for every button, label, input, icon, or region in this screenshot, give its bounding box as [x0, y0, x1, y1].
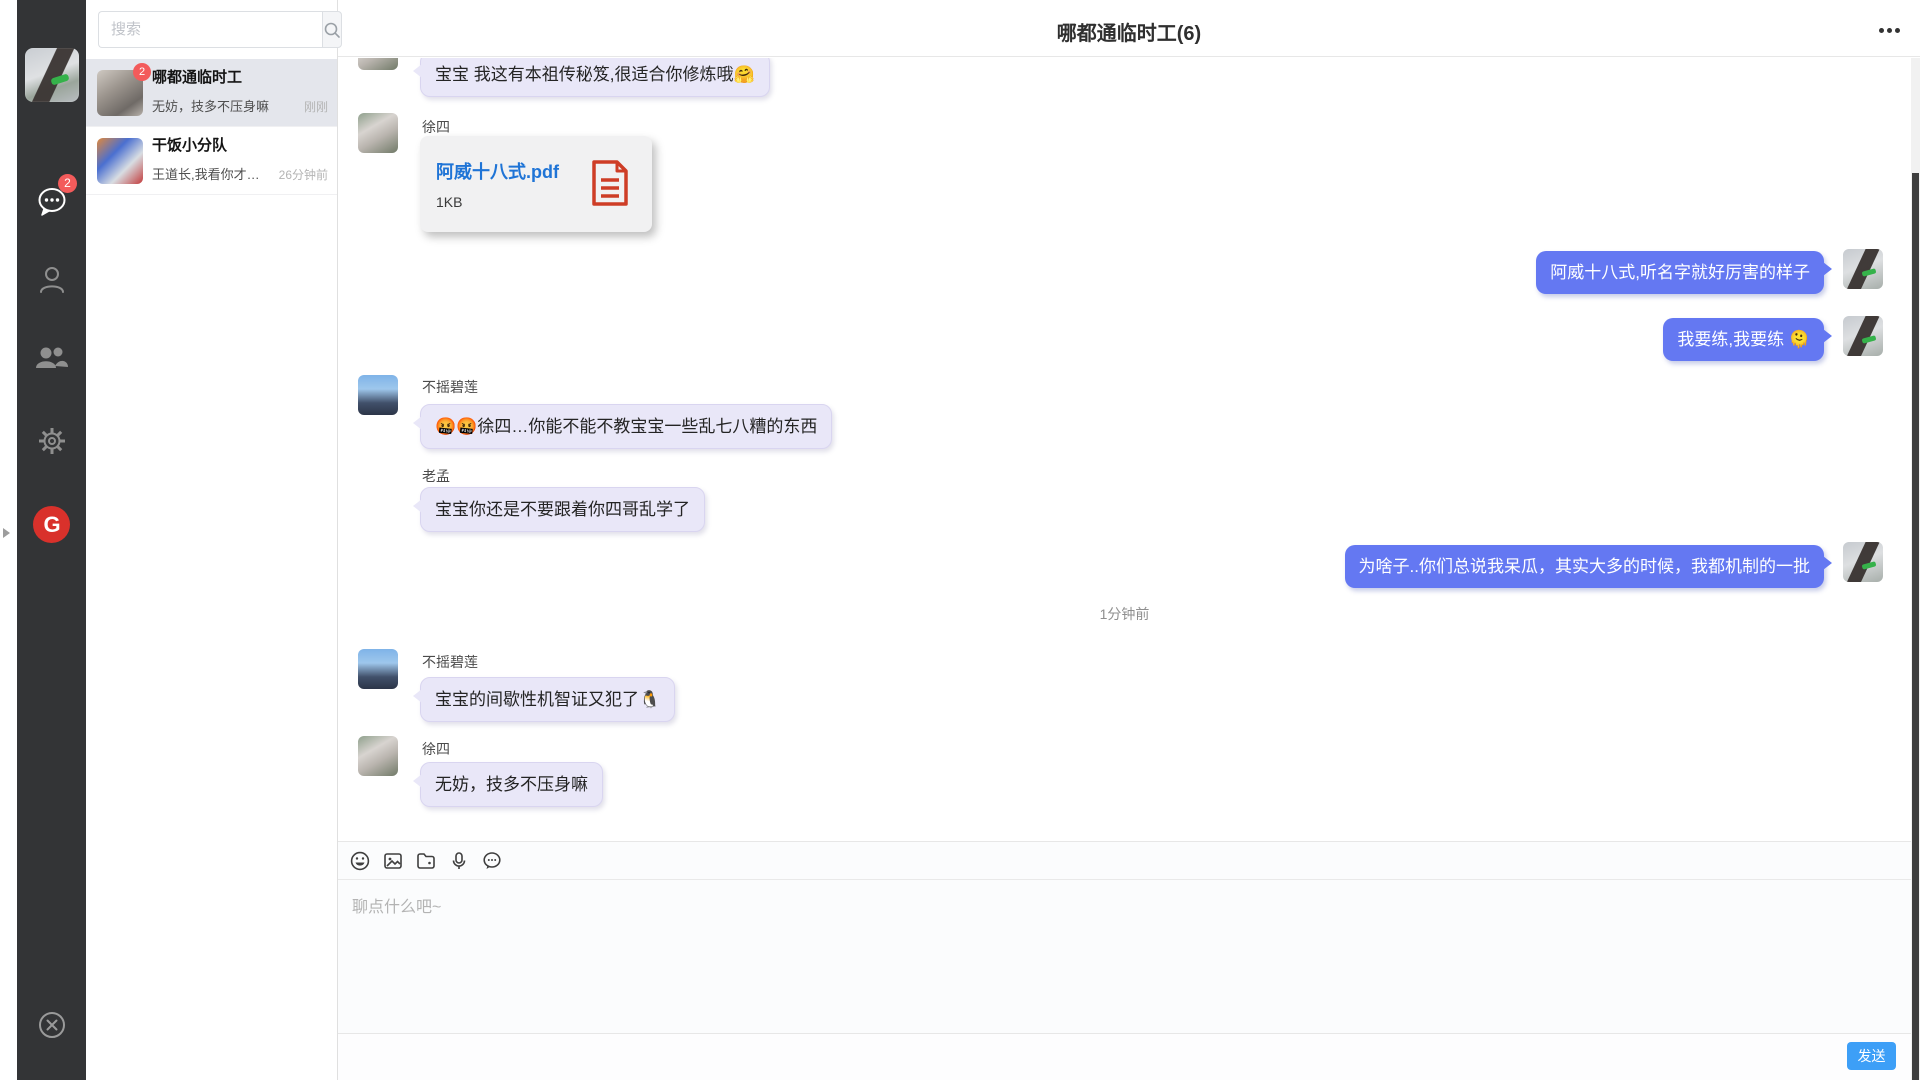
mic-icon[interactable]	[449, 851, 469, 871]
left-edge-strip	[0, 0, 17, 1080]
sender-name: 不摇碧莲	[422, 377, 478, 397]
file-name: 阿威十八式.pdf	[436, 158, 559, 184]
user-avatar[interactable]	[25, 48, 79, 102]
avatar-xusi[interactable]	[358, 58, 398, 70]
send-button[interactable]: 发送	[1847, 1042, 1896, 1070]
search-bar	[98, 11, 332, 48]
settings-gear-icon	[37, 426, 67, 456]
chat-time: 刚刚	[304, 98, 328, 115]
unread-badge: 2	[58, 174, 77, 193]
chat-preview: 王道长,我看你才…	[152, 164, 260, 183]
chat-list-item-nadoutong[interactable]: 2 哪都通临时工 无妨，技多不压身嘛 刚刚	[86, 59, 337, 127]
close-icon	[38, 1011, 66, 1039]
sidebar-item-settings[interactable]	[17, 421, 86, 461]
avatar-laomeng[interactable]	[358, 463, 398, 503]
chat-list-item-ganfan[interactable]: 干饭小分队 王道长,我看你才… 26分钟前	[86, 127, 337, 195]
chat-time: 26分钟前	[279, 166, 328, 183]
message-bubble: 宝宝 我这有本祖传秘笈,很适合你修炼哦🤗	[420, 58, 770, 97]
search-icon	[323, 21, 341, 39]
g-logo: G	[33, 506, 70, 543]
app-window: 2	[0, 0, 1920, 1080]
file-size: 1KB	[436, 194, 462, 210]
sidebar-item-contacts[interactable]	[17, 260, 86, 300]
sidebar-item-close[interactable]	[17, 1005, 86, 1045]
composer: 发送	[338, 841, 1911, 1080]
chat-preview: 无妨，技多不压身嘛	[152, 96, 269, 115]
chat-header: 哪都通临时工(6)	[338, 0, 1920, 57]
scrollbar-thumb[interactable]	[1912, 173, 1919, 1080]
message-bubble: 宝宝的间歇性机智证又犯了🐧	[420, 677, 675, 722]
chat-main-panel: 哪都通临时工(6) 宝宝 我这有本祖传秘笈,很适合你修炼哦🤗 徐四 阿威十八式.…	[338, 0, 1920, 1080]
search-button[interactable]	[322, 11, 342, 48]
message-bubble: 为啥子..你们总说我呆瓜，其实大多的时候，我都机制的一批	[1345, 545, 1824, 588]
nav-sidebar: 2	[17, 0, 86, 1080]
unread-badge: 2	[133, 63, 151, 81]
sender-name: 老孟	[422, 466, 450, 486]
avatar-self[interactable]	[1843, 249, 1883, 289]
emoji-icon[interactable]	[350, 851, 370, 871]
sidebar-item-chats[interactable]: 2	[17, 182, 86, 222]
search-input[interactable]	[98, 11, 322, 48]
message-bubble: 无妨，技多不压身嘛	[420, 762, 603, 807]
chat-title: 哪都通临时工	[152, 68, 328, 88]
chat-header-title: 哪都通临时工(6)	[338, 17, 1920, 46]
sender-name: 徐四	[422, 739, 450, 759]
message-history: 宝宝 我这有本祖传秘笈,很适合你修炼哦🤗 徐四 阿威十八式.pdf 1KB 阿威…	[338, 58, 1911, 841]
sidebar-item-groups[interactable]	[17, 338, 86, 378]
sender-name: 徐四	[422, 117, 450, 137]
message-bubble: 我要练,我要练 🫠	[1663, 318, 1824, 361]
avatar-xusi[interactable]	[358, 113, 398, 153]
file-message-card[interactable]: 阿威十八式.pdf 1KB	[420, 136, 652, 232]
composer-toolbar	[338, 842, 1911, 880]
expand-arrow-icon[interactable]	[3, 528, 10, 538]
contact-person-icon	[38, 265, 66, 295]
group-avatar: 2	[97, 70, 143, 116]
chat-title: 干饭小分队	[152, 136, 328, 156]
group-avatar	[97, 138, 143, 184]
pdf-file-icon	[590, 160, 630, 206]
scrollbar-track[interactable]	[1911, 58, 1920, 1080]
folder-icon[interactable]	[416, 851, 436, 871]
more-menu-icon[interactable]	[1875, 22, 1903, 38]
avatar-buyaobilian[interactable]	[358, 375, 398, 415]
sender-name: 不摇碧莲	[422, 652, 478, 672]
message-input[interactable]	[338, 881, 1911, 1033]
avatar-buyaobilian[interactable]	[358, 649, 398, 689]
sidebar-app-logo[interactable]: G	[17, 504, 86, 544]
image-icon[interactable]	[383, 851, 403, 871]
avatar-self[interactable]	[1843, 316, 1883, 356]
conversation-list-panel: 2 哪都通临时工 无妨，技多不压身嘛 刚刚 干饭小分队 王道长,我看你才… 26…	[86, 0, 338, 1080]
group-people-icon	[35, 344, 69, 372]
message-bubble: 宝宝你还是不要跟着你四哥乱学了	[420, 487, 705, 532]
message-bubble: 🤬🤬徐四…你能不能不教宝宝一些乱七八糟的东西	[420, 404, 832, 449]
avatar-self[interactable]	[1843, 542, 1883, 582]
send-row: 发送	[338, 1033, 1911, 1080]
time-divider: 1分钟前	[338, 604, 1911, 624]
message-bubble: 阿威十八式,听名字就好厉害的样子	[1536, 251, 1824, 294]
chat-record-icon[interactable]	[482, 851, 502, 871]
avatar-xusi[interactable]	[358, 736, 398, 776]
